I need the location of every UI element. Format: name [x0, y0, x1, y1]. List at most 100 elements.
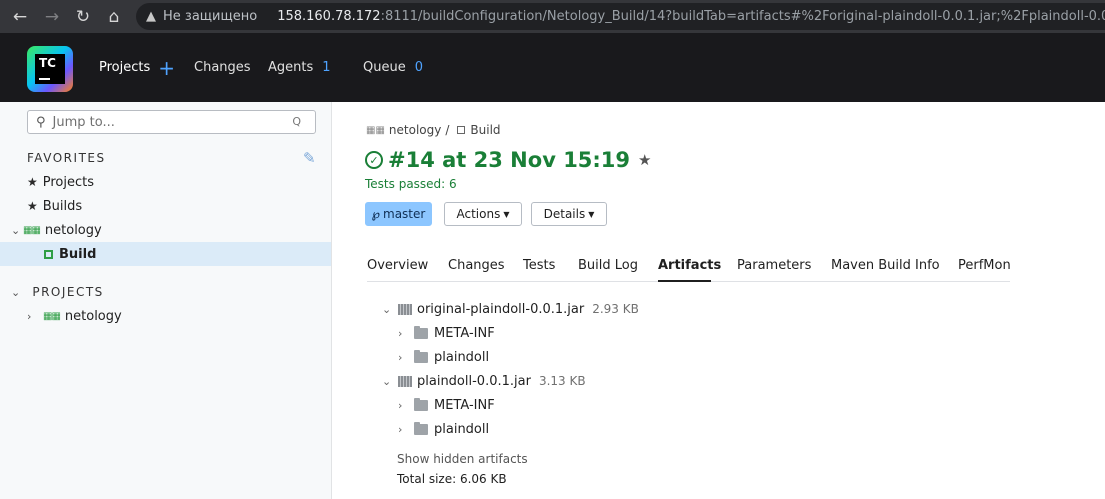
- projects-title[interactable]: ⌄ PROJECTS: [11, 285, 104, 299]
- chevron-right-icon[interactable]: ›: [398, 351, 414, 364]
- artifact-folder-row[interactable]: › META-INF: [398, 322, 495, 344]
- details-label: Details: [543, 207, 586, 221]
- star-icon[interactable]: ★: [638, 151, 651, 169]
- chevron-right-icon[interactable]: ›: [398, 399, 414, 412]
- breadcrumb-build[interactable]: Build: [470, 123, 500, 137]
- favorite-builds[interactable]: ★ Builds: [0, 194, 331, 218]
- logo-text: TC: [39, 56, 56, 70]
- edit-pencil-icon[interactable]: ✎: [303, 149, 316, 167]
- nav-changes-label: Changes: [194, 60, 251, 75]
- breadcrumb: ▦▦ netology / Build: [366, 123, 501, 137]
- details-button[interactable]: Details ▼: [531, 202, 607, 226]
- total-size: Total size: 6.06 KB: [397, 472, 507, 486]
- favorite-projects-label: Projects: [42, 174, 95, 190]
- artifact-size: 3.13 KB: [538, 374, 586, 388]
- project-icon: ▦▦: [43, 310, 61, 322]
- artifact-name[interactable]: original-plaindoll-0.0.1.jar: [417, 302, 584, 317]
- nav-agents[interactable]: Agents 1: [268, 33, 331, 102]
- chevron-down-icon: ▼: [503, 209, 510, 219]
- address-bar[interactable]: ▲ Не защищено 158.160.78.172 :8111/build…: [136, 3, 1105, 30]
- breadcrumb-separator: /: [445, 123, 450, 137]
- shortcut-q-icon: Q: [292, 115, 301, 128]
- build-config-icon: [457, 126, 466, 134]
- arrow-right-icon[interactable]: →: [37, 2, 67, 32]
- chevron-down-icon[interactable]: ⌄: [382, 303, 398, 316]
- favorite-builds-label: Builds: [42, 198, 83, 214]
- branch-button[interactable]: ℘ master: [365, 202, 432, 226]
- sidebar-item-netology-favorite[interactable]: ⌄ ▦▦ netology: [0, 218, 331, 242]
- star-icon: ★: [27, 199, 38, 213]
- tab-parameters[interactable]: Parameters: [737, 258, 811, 273]
- build-config-icon: [44, 249, 53, 259]
- success-check-icon: ✓: [365, 151, 383, 169]
- home-icon[interactable]: ⌂: [99, 2, 129, 32]
- warning-icon[interactable]: ▲: [146, 9, 156, 24]
- artifact-name[interactable]: plaindoll-0.0.1.jar: [417, 374, 531, 389]
- folder-icon: [414, 349, 428, 363]
- sidebar: ⚲ Jump to... Q FAVORITES ✎ ★ Projects ★ …: [0, 102, 332, 499]
- favorites-title: FAVORITES: [27, 151, 106, 165]
- artifact-jar-row[interactable]: ⌄ original-plaindoll-0.0.1.jar 2.93 KB: [382, 298, 639, 320]
- artifact-folder-row[interactable]: › plaindoll: [398, 346, 489, 368]
- sidebar-build-label: Build: [59, 246, 97, 262]
- sidebar-item-netology[interactable]: › ▦▦ netology: [0, 304, 331, 328]
- chevron-down-icon[interactable]: ⌄: [11, 224, 23, 237]
- tab-tests[interactable]: Tests: [523, 258, 555, 273]
- url-host: 158.160.78.172: [277, 9, 381, 24]
- folder-name: META-INF: [434, 397, 495, 413]
- reload-icon[interactable]: ↻: [68, 2, 98, 32]
- artifact-folder-row[interactable]: › META-INF: [398, 394, 495, 416]
- browser-toolbar: ← → ↻ ⌂ ▲ Не защищено 158.160.78.172 :81…: [0, 0, 1105, 33]
- artifact-jar-row[interactable]: ⌄ plaindoll-0.0.1.jar 3.13 KB: [382, 370, 586, 392]
- nav-agents-label: Agents: [268, 60, 314, 75]
- nav-queue[interactable]: Queue 0: [363, 33, 423, 102]
- plus-icon[interactable]: +: [158, 58, 175, 78]
- folder-icon: [414, 421, 428, 435]
- logo-bar: [39, 78, 50, 80]
- project-icon: ▦▦: [23, 224, 41, 236]
- chevron-right-icon[interactable]: ›: [398, 327, 414, 340]
- project-icon: ▦▦: [366, 124, 385, 136]
- tab-changes[interactable]: Changes: [448, 258, 505, 273]
- sidebar-project-label: netology: [64, 308, 122, 324]
- star-icon: ★: [27, 175, 38, 189]
- status-text[interactable]: Tests passed: 6: [365, 177, 457, 191]
- tab-maven-build-info[interactable]: Maven Build Info: [831, 258, 940, 273]
- folder-name: plaindoll: [434, 349, 490, 365]
- sidebar-netology-label: netology: [44, 222, 102, 238]
- teamcity-logo[interactable]: TC: [27, 46, 73, 92]
- folder-icon: [414, 325, 428, 339]
- jump-to-search[interactable]: ⚲ Jump to... Q: [27, 110, 316, 134]
- arrow-left-icon[interactable]: ←: [5, 2, 35, 32]
- chevron-down-icon[interactable]: ⌄: [382, 375, 398, 388]
- folder-name: plaindoll: [434, 421, 490, 437]
- breadcrumb-project[interactable]: netology: [389, 123, 441, 137]
- logo-mark: TC: [35, 54, 65, 84]
- tab-artifacts[interactable]: Artifacts: [658, 258, 721, 273]
- show-hidden-artifacts-link[interactable]: Show hidden artifacts: [397, 452, 528, 466]
- folder-icon: [414, 397, 428, 411]
- chevron-down-icon[interactable]: ⌄: [11, 286, 23, 299]
- jar-archive-icon: [398, 303, 412, 315]
- build-tabs: Overview Changes Tests Build Log Artifac…: [367, 252, 1011, 282]
- nav-queue-label: Queue: [363, 60, 406, 75]
- chevron-right-icon[interactable]: ›: [398, 423, 414, 436]
- nav-projects[interactable]: Projects +: [99, 33, 175, 102]
- folder-name: META-INF: [434, 325, 495, 341]
- sidebar-item-build[interactable]: Build: [0, 242, 331, 266]
- security-label[interactable]: Не защищено: [163, 9, 257, 24]
- tab-perfmon[interactable]: PerfMon: [958, 258, 1011, 273]
- tab-overview[interactable]: Overview: [367, 258, 428, 273]
- nav-changes[interactable]: Changes: [194, 33, 251, 102]
- chevron-right-icon[interactable]: ›: [27, 310, 39, 323]
- agents-count: 1: [322, 60, 331, 75]
- app-header: TC Projects + Changes Agents 1 Queue 0: [0, 33, 1105, 102]
- nav-projects-label: Projects: [99, 60, 151, 75]
- favorite-projects[interactable]: ★ Projects: [0, 170, 331, 194]
- tab-build-log[interactable]: Build Log: [578, 258, 638, 273]
- search-placeholder: Jump to...: [52, 114, 115, 130]
- artifact-folder-row[interactable]: › plaindoll: [398, 418, 489, 440]
- page-title: ✓ #14 at 23 Nov 15:19 ★: [365, 145, 652, 175]
- actions-label: Actions: [456, 207, 501, 221]
- actions-button[interactable]: Actions ▼: [444, 202, 522, 226]
